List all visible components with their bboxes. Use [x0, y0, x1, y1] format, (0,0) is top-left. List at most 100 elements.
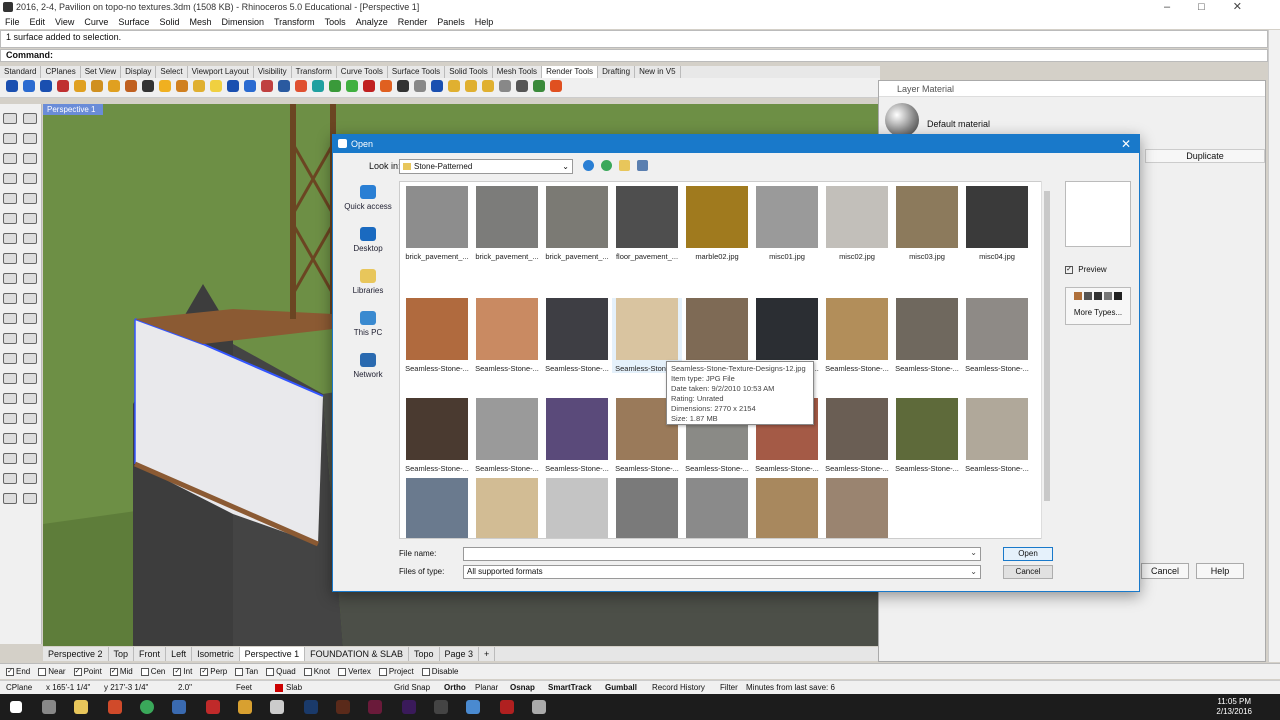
checkbox-checked-icon[interactable]: ✓ — [109, 667, 118, 676]
osnap-mid[interactable]: ✓ Mid — [109, 664, 133, 680]
cancel-button[interactable]: Cancel — [1003, 565, 1053, 579]
render-tool-icon[interactable] — [380, 80, 392, 93]
left-tool-icon[interactable] — [3, 253, 17, 264]
duplicate-button[interactable]: Duplicate — [1145, 149, 1265, 163]
steam-icon[interactable] — [434, 700, 448, 714]
toolbar-tab-viewport-layout[interactable]: Viewport Layout — [188, 66, 254, 78]
left-tool-icon[interactable] — [3, 153, 17, 164]
place-network[interactable]: Network — [339, 353, 397, 393]
menu-item-transform[interactable]: Transform — [269, 15, 320, 29]
left-tool-icon[interactable] — [23, 373, 37, 384]
file-item[interactable]: Seamless-Stone-... — [472, 398, 542, 473]
place-desktop[interactable]: Desktop — [339, 227, 397, 267]
osnap-knot[interactable]: Knot — [303, 664, 330, 680]
render-tool-icon[interactable] — [448, 80, 460, 93]
menu-item-panels[interactable]: Panels — [432, 15, 470, 29]
planar-toggle[interactable]: Planar — [475, 681, 498, 695]
left-tool-icon[interactable] — [23, 333, 37, 344]
file-item[interactable]: misc03.jpg — [892, 186, 962, 261]
render-tool-icon[interactable] — [176, 80, 188, 93]
file-item[interactable]: floor_pavement_... — [612, 186, 682, 261]
checkbox-checked-icon[interactable]: ✓ — [6, 667, 14, 676]
toolbar-tab-curve-tools[interactable]: Curve Tools — [337, 66, 388, 78]
rhino-taskbar-icon[interactable] — [532, 700, 546, 714]
viewport-tab-isometric[interactable]: Isometric — [192, 647, 240, 661]
file-explorer-icon[interactable] — [74, 700, 88, 714]
file-item[interactable]: Seamless-Stone-... — [822, 298, 892, 373]
toolbar-tab-standard[interactable]: Standard — [0, 66, 42, 78]
file-item[interactable]: brick_pavement_... — [402, 186, 472, 261]
render-tool-icon[interactable] — [261, 80, 273, 93]
left-tool-icon[interactable] — [23, 193, 37, 204]
layer-label[interactable]: Slab — [286, 681, 302, 695]
place-libraries[interactable]: Libraries — [339, 269, 397, 309]
left-tool-icon[interactable] — [3, 493, 17, 504]
left-tool-icon[interactable] — [23, 253, 37, 264]
menu-item-help[interactable]: Help — [470, 15, 499, 29]
look-in-dropdown[interactable]: Stone-Patterned ⌄ — [399, 159, 573, 174]
left-tool-icon[interactable] — [23, 473, 37, 484]
command-scrollbar[interactable] — [1268, 30, 1280, 662]
command-line[interactable]: Command: — [0, 49, 1268, 62]
left-tool-icon[interactable] — [23, 273, 37, 284]
more-types-button[interactable]: More Types... — [1065, 287, 1131, 325]
left-tool-icon[interactable] — [3, 433, 17, 444]
left-tool-icon[interactable] — [3, 133, 17, 144]
view-menu-icon[interactable] — [637, 159, 649, 171]
checkbox-icon[interactable] — [38, 667, 47, 676]
units-label[interactable]: Feet — [236, 681, 252, 695]
render-tool-icon[interactable] — [312, 80, 324, 93]
file-item[interactable]: marble02.jpg — [682, 186, 752, 261]
illustrator-icon[interactable] — [336, 700, 350, 714]
toolbar-tab-select[interactable]: Select — [156, 66, 188, 78]
ortho-toggle[interactable]: Ortho — [444, 681, 466, 695]
viewport-tab-foundation-slab[interactable]: FOUNDATION & SLAB — [305, 647, 409, 661]
render-tool-icon[interactable] — [227, 80, 239, 93]
menu-item-dimension[interactable]: Dimension — [216, 15, 269, 29]
premiere-icon[interactable] — [402, 700, 416, 714]
app-icon[interactable] — [206, 700, 220, 714]
viewport-tab-left[interactable]: Left — [166, 647, 193, 661]
render-tool-icon[interactable] — [397, 80, 409, 93]
new-folder-icon[interactable] — [619, 159, 631, 171]
up-folder-icon[interactable] — [601, 159, 613, 171]
render-tool-icon[interactable] — [6, 80, 18, 93]
app-icon[interactable] — [466, 700, 480, 714]
menu-item-surface[interactable]: Surface — [113, 15, 154, 29]
toolbar-tab-new-in-v5[interactable]: New in V5 — [635, 66, 681, 78]
left-tool-icon[interactable] — [3, 413, 17, 424]
file-item[interactable]: Seamless-Stone-... — [822, 398, 892, 473]
menu-item-mesh[interactable]: Mesh — [184, 15, 216, 29]
gumball-toggle[interactable]: Gumball — [605, 681, 637, 695]
cplane-label[interactable]: CPlane — [6, 681, 32, 695]
render-tool-icon[interactable] — [482, 80, 494, 93]
files-of-type-dropdown[interactable]: All supported formats ⌄ — [463, 565, 981, 579]
windows-start-icon[interactable] — [10, 701, 22, 713]
chevron-down-icon[interactable]: ⌄ — [970, 548, 977, 557]
checkbox-icon[interactable] — [266, 667, 275, 676]
osnap-cen[interactable]: Cen — [140, 664, 165, 680]
file-item[interactable]: misc02.jpg — [822, 186, 892, 261]
checkbox-icon[interactable] — [235, 667, 244, 676]
record-history-toggle[interactable]: Record History — [652, 681, 705, 695]
open-button[interactable]: Open — [1003, 547, 1053, 561]
menu-item-solid[interactable]: Solid — [154, 15, 184, 29]
osnap-vertex[interactable]: Vertex — [338, 664, 371, 680]
file-item[interactable]: brick_pavement_... — [542, 186, 612, 261]
window-controls[interactable]: –□✕ — [1164, 0, 1270, 15]
render-tool-icon[interactable] — [244, 80, 256, 93]
file-item[interactable] — [752, 478, 822, 538]
file-item[interactable]: Seamless-Stone-... — [892, 398, 962, 473]
viewport-tab-page-3[interactable]: Page 3 — [440, 647, 480, 661]
back-icon[interactable] — [583, 159, 594, 171]
toolbar-tab-drafting[interactable]: Drafting — [598, 66, 636, 78]
checkbox-icon[interactable] — [421, 667, 430, 676]
render-tool-icon[interactable] — [125, 80, 137, 93]
checkbox-icon[interactable] — [338, 667, 347, 676]
app-icon[interactable] — [238, 700, 252, 714]
toolbar-tab-solid-tools[interactable]: Solid Tools — [445, 66, 493, 78]
left-tool-icon[interactable] — [23, 153, 37, 164]
panel-cancel-button[interactable]: Cancel — [1141, 563, 1189, 579]
photoshop-icon[interactable] — [304, 700, 318, 714]
grid-snap-toggle[interactable]: Grid Snap — [394, 681, 430, 695]
